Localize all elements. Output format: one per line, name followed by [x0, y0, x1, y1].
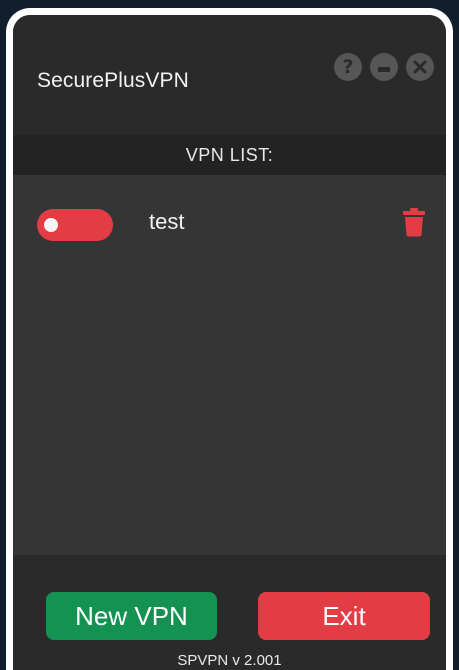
exit-button[interactable]: Exit: [258, 592, 430, 640]
vpn-name: test: [149, 209, 185, 234]
minimize-button[interactable]: [370, 53, 398, 81]
close-icon: [406, 53, 434, 81]
close-glyph: [413, 60, 427, 74]
title-bar: SecurePlusVPN ?: [13, 15, 446, 135]
delete-vpn-button[interactable]: [402, 207, 426, 237]
minimize-glyph: [378, 67, 390, 72]
vpn-list: test: [13, 175, 446, 555]
list-item: test: [13, 197, 446, 247]
minimize-icon: [370, 53, 398, 81]
version-label: SPVPN v 2.001: [177, 652, 282, 669]
vpn-toggle[interactable]: [37, 209, 113, 241]
help-icon: ?: [342, 56, 354, 78]
trash-icon: [403, 208, 425, 237]
new-vpn-button[interactable]: New VPN: [46, 592, 217, 640]
close-button[interactable]: [406, 53, 434, 81]
footer: New VPN Exit SPVPN v 2.001: [13, 555, 446, 670]
vpn-list-title: VPN LIST:: [185, 144, 274, 165]
app-window: SecurePlusVPN ? VPN LIST: test New VPN E…: [6, 8, 453, 670]
help-button[interactable]: ?: [334, 53, 362, 81]
vpn-list-header: VPN LIST:: [13, 135, 446, 175]
app-title: SecurePlusVPN: [37, 69, 189, 92]
window-controls: ?: [334, 53, 434, 81]
toggle-knob: [44, 218, 58, 232]
